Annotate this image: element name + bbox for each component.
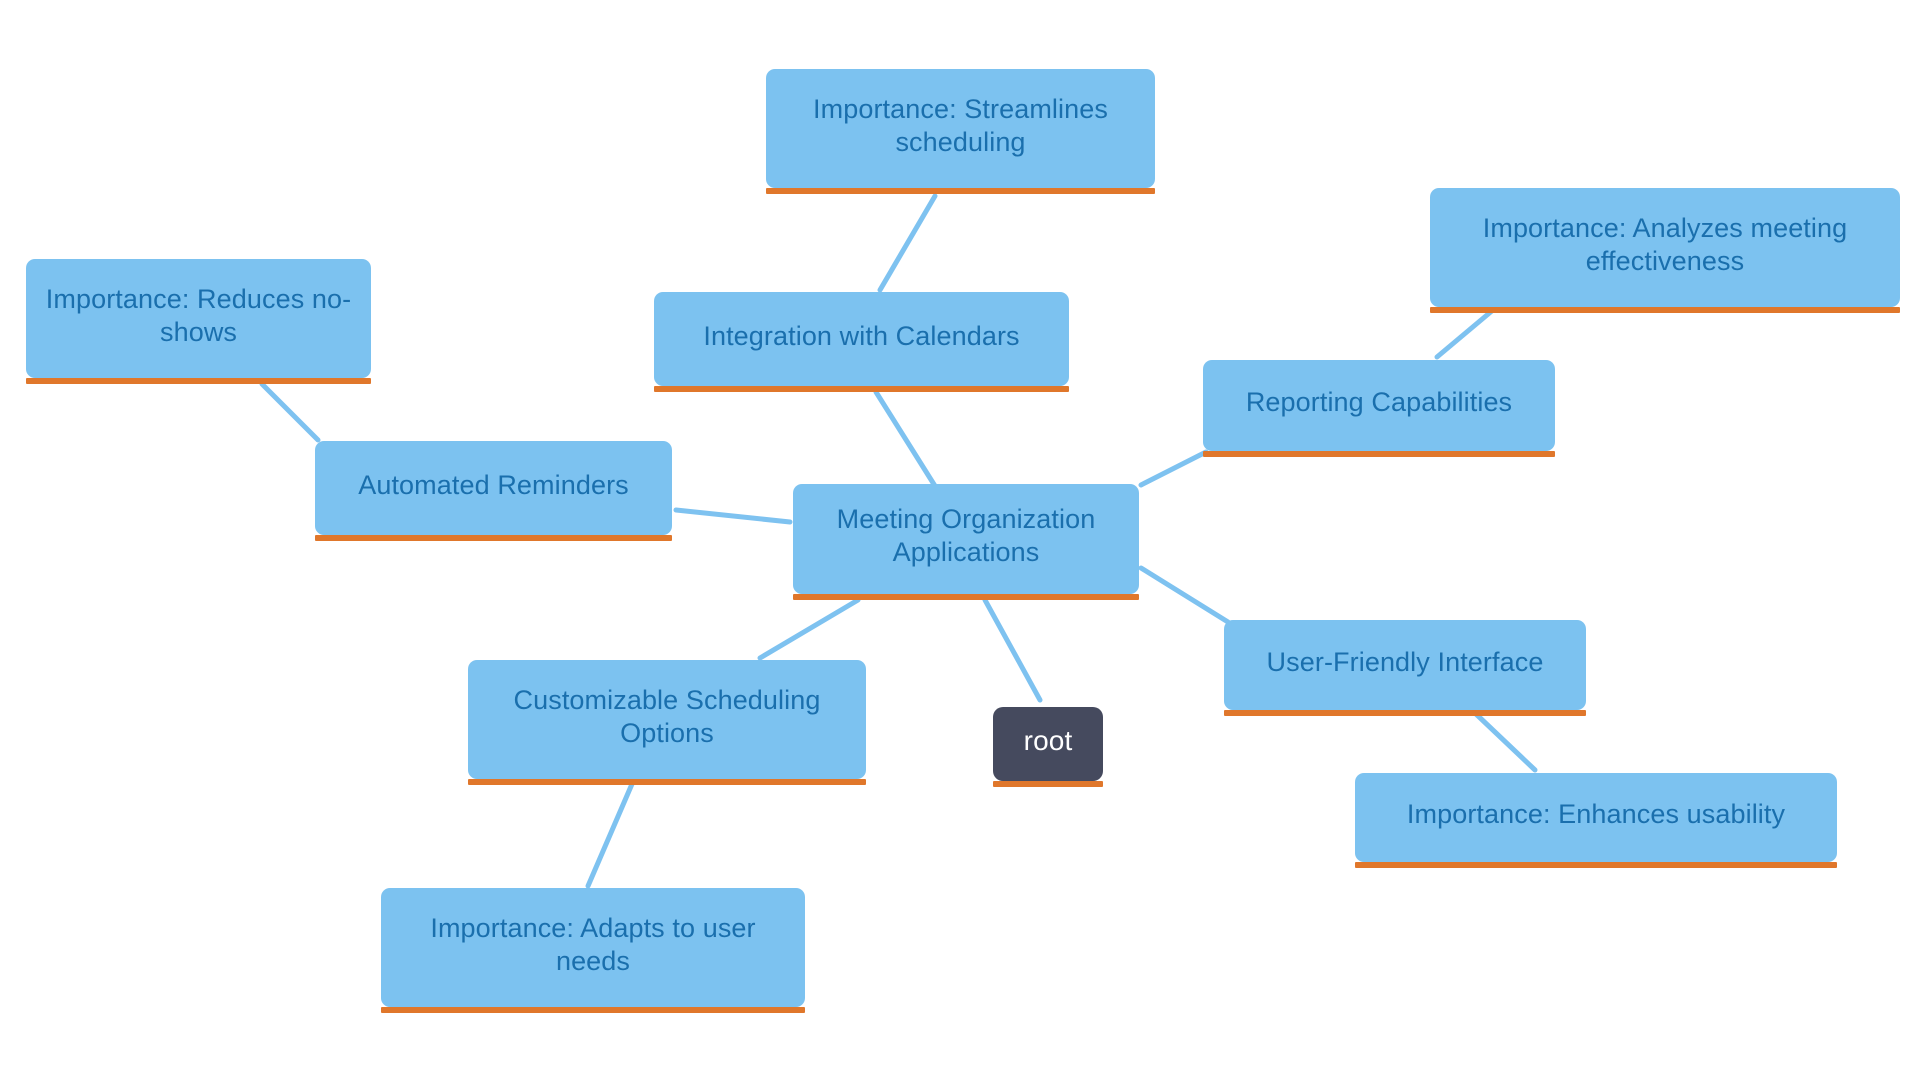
mindmap-node-accent-bar bbox=[793, 594, 1139, 600]
mindmap-edge bbox=[1434, 307, 1496, 360]
mindmap-edge bbox=[757, 597, 861, 661]
mindmap-edge bbox=[259, 381, 321, 443]
mindmap-node-label: Automated Reminders bbox=[358, 469, 629, 500]
mindmap-edge bbox=[877, 193, 938, 293]
mindmap-node-label: User-Friendly Interface bbox=[1266, 646, 1544, 677]
mindmap-node-label: Importance: Reduces no-shows bbox=[45, 283, 352, 347]
mindmap-node-customizable[interactable]: Customizable Scheduling Options bbox=[468, 660, 866, 785]
mindmap-node-accent-bar bbox=[993, 781, 1103, 787]
mindmap-edge bbox=[873, 389, 938, 489]
mindmap-node-accent-bar bbox=[654, 386, 1069, 392]
mindmap-edge bbox=[1138, 565, 1231, 625]
mindmap-node-label: root bbox=[1023, 724, 1073, 756]
mindmap-node-label: Reporting Capabilities bbox=[1245, 387, 1513, 418]
mindmap-node-label: Importance: Analyzes meeting effectivene… bbox=[1482, 212, 1848, 276]
mindmap-node-label: Importance: Enhances usability bbox=[1406, 799, 1786, 830]
mindmap-node-calendars[interactable]: Integration with Calendars bbox=[654, 292, 1069, 392]
mindmap-node-adapts[interactable]: Importance: Adapts to user needs bbox=[381, 888, 805, 1013]
mindmap-node-label: Customizable Scheduling Options bbox=[513, 684, 821, 748]
mindmap-edge bbox=[1138, 449, 1209, 488]
mindmap-node-accent-bar bbox=[381, 1007, 805, 1013]
mindmap-node-accent-bar bbox=[26, 378, 371, 384]
mindmap-edge bbox=[982, 597, 1043, 703]
mindmap-canvas: root Meeting Organization Applications Imp… bbox=[0, 0, 1920, 1080]
mindmap-node-usability[interactable]: Importance: Enhances usability bbox=[1355, 773, 1837, 868]
mindmap-node-interface[interactable]: User-Friendly Interface bbox=[1224, 620, 1586, 716]
mindmap-node-label: Importance: Adapts to user needs bbox=[430, 912, 756, 976]
mindmap-node-accent-bar bbox=[1203, 451, 1555, 457]
mindmap-edge bbox=[673, 507, 793, 525]
mindmap-node-root[interactable]: root bbox=[993, 707, 1103, 787]
mindmap-node-accent-bar bbox=[766, 188, 1155, 194]
mindmap-node-label: Meeting Organization Applications bbox=[836, 504, 1096, 567]
mindmap-node-analyzes[interactable]: Importance: Analyzes meeting effectivene… bbox=[1430, 188, 1900, 313]
mindmap-node-label: Importance: Streamlines scheduling bbox=[813, 93, 1108, 157]
mindmap-node-accent-bar bbox=[1430, 307, 1900, 313]
mindmap-node-streamlines[interactable]: Importance: Streamlines scheduling bbox=[766, 69, 1155, 194]
mindmap-node-accent-bar bbox=[1224, 710, 1586, 716]
mindmap-node-label: Integration with Calendars bbox=[703, 320, 1020, 351]
mindmap-edge bbox=[1473, 711, 1538, 773]
mindmap-node-accent-bar bbox=[468, 779, 866, 785]
mindmap-node-accent-bar bbox=[1355, 862, 1837, 868]
mindmap-node-accent-bar bbox=[315, 535, 672, 541]
mindmap-edge bbox=[585, 781, 635, 889]
mindmap-node-reduces-noshows[interactable]: Importance: Reduces no-shows bbox=[26, 259, 371, 384]
mindmap-node-reporting[interactable]: Reporting Capabilities bbox=[1203, 360, 1555, 457]
mindmap-node-reminders[interactable]: Automated Reminders bbox=[315, 441, 672, 541]
mindmap-node-center[interactable]: Meeting Organization Applications bbox=[793, 484, 1139, 600]
